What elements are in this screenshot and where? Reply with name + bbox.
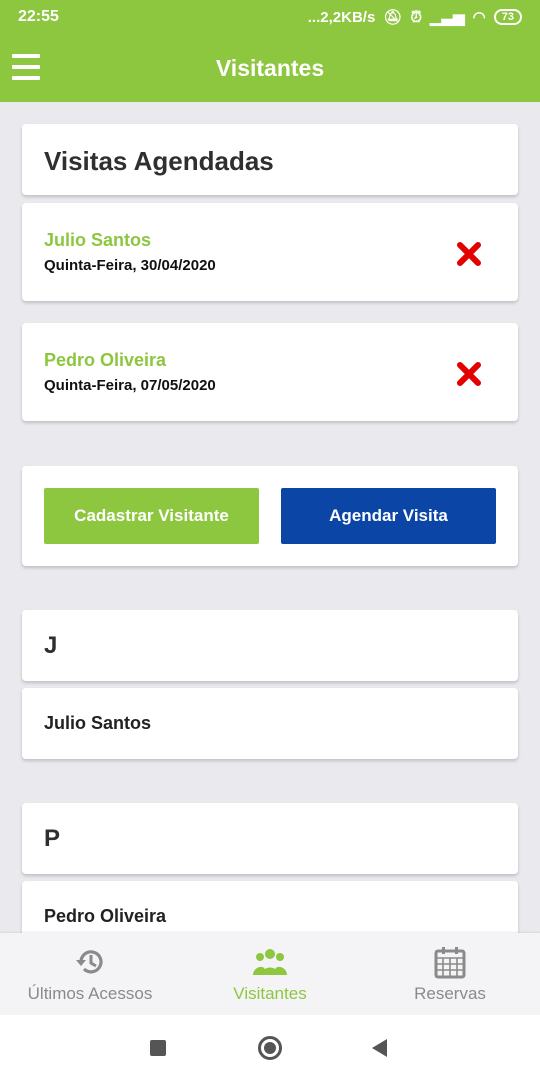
status-time: 22:55 [18, 8, 59, 25]
nav-visitors[interactable]: Visitantes [180, 933, 360, 1015]
network-speed: ...2,2KB/s [307, 8, 376, 26]
delete-icon[interactable] [456, 361, 482, 387]
contact-item[interactable]: Julio Santos [22, 688, 518, 759]
scheduled-visits-title: Visitas Agendadas [22, 124, 518, 195]
back-icon[interactable] [372, 1039, 387, 1057]
mute-icon: 🔕︎ [383, 9, 403, 26]
battery-icon: 73 [493, 9, 522, 25]
system-navigation-bar [0, 1015, 540, 1080]
visit-date: Quinta-Feira, 30/04/2020 [44, 257, 216, 274]
app-bar: Visitantes [0, 34, 540, 102]
nav-label: Visitantes [233, 984, 307, 1003]
group-icon [253, 949, 287, 975]
delete-icon[interactable] [456, 241, 482, 267]
status-bar: 22:55 ...2,2KB/s 🔕︎ ⏰︎ ▁▃▅ ◠ 73 [0, 0, 540, 34]
menu-icon[interactable] [12, 54, 40, 80]
bottom-navigation: Últimos Acessos Visitantes Reservas [0, 933, 540, 1015]
home-icon[interactable] [258, 1036, 282, 1060]
recent-apps-icon[interactable] [150, 1040, 166, 1056]
visit-date: Quinta-Feira, 07/05/2020 [44, 377, 216, 394]
history-icon [76, 950, 103, 974]
visit-name: Julio Santos [44, 230, 152, 250]
calendar-icon [434, 947, 466, 979]
page-title: Visitantes [215, 54, 325, 81]
section-letter: J [22, 610, 518, 681]
alarm-icon: ⏰︎ [410, 8, 423, 26]
status-icons: ...2,2KB/s 🔕︎ ⏰︎ ▁▃▅ ◠ 73 [308, 8, 522, 26]
section-letter: P [22, 803, 518, 874]
signal-icon: ▁▃▅ [430, 9, 465, 26]
schedule-visit-button[interactable]: Agendar Visita [281, 488, 496, 544]
register-visitor-button[interactable]: Cadastrar Visitante [44, 488, 259, 544]
wifi-icon: ◠ [472, 9, 486, 26]
actions-card: Cadastrar Visitante Agendar Visita [22, 466, 518, 566]
visit-card[interactable]: Pedro Oliveira Quinta-Feira, 07/05/2020 [22, 323, 518, 421]
visit-card[interactable]: Julio Santos Quinta-Feira, 30/04/2020 [22, 203, 518, 301]
visit-name: Pedro Oliveira [44, 350, 167, 370]
nav-recent-access[interactable]: Últimos Acessos [0, 933, 180, 1015]
nav-label: Últimos Acessos [27, 984, 153, 1003]
nav-reservations[interactable]: Reservas [360, 933, 540, 1015]
nav-label: Reservas [414, 984, 486, 1003]
